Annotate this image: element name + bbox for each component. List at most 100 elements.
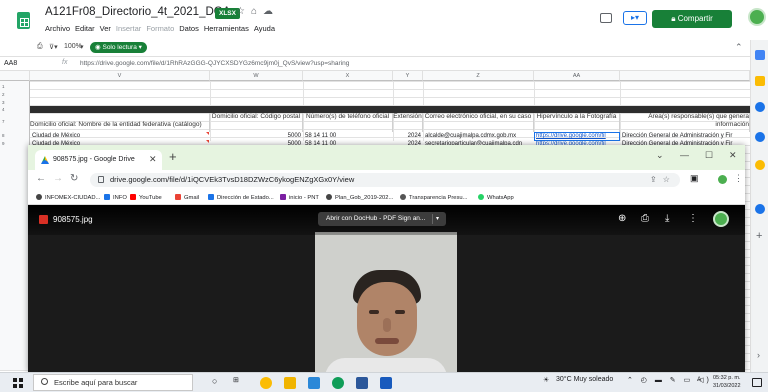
lock-icon[interactable]: [98, 176, 104, 183]
keep-icon[interactable]: [755, 76, 765, 86]
bookmark-item[interactable]: INFOMEX-CIUDAD...: [36, 194, 100, 201]
star-icon[interactable]: ☆: [236, 6, 251, 17]
column-header-ab[interactable]: [620, 71, 750, 81]
tab-search-icon[interactable]: ⌄: [656, 150, 664, 161]
weather-icon[interactable]: ☀: [543, 376, 552, 384]
header-area-responsable[interactable]: Área(s) responsable(s) que genera inform…: [620, 113, 750, 132]
chrome-taskbar-icon[interactable]: [260, 377, 272, 389]
column-header-y[interactable]: Y: [393, 71, 423, 81]
table-cell[interactable]: Dirección General de Administración y Fi…: [622, 132, 750, 140]
collapse-header-icon[interactable]: ⌃: [735, 42, 743, 53]
column-header-aa[interactable]: AA: [534, 71, 620, 81]
zoom-chevron-icon[interactable]: ▾: [80, 43, 84, 51]
header-telefono[interactable]: Número(s) de teléfono oficial: [303, 113, 393, 132]
comments-icon[interactable]: [600, 13, 612, 23]
read-only-badge[interactable]: ◉ Solo lectura ▾: [90, 42, 147, 53]
add-shortcut-icon[interactable]: ⊕: [618, 213, 626, 224]
table-cell[interactable]: 2024: [393, 132, 421, 140]
browser-tab[interactable]: 908575.jpg - Google Drive ✕: [35, 150, 162, 170]
bookmark-item[interactable]: Plan_Gob_2019-202...: [326, 194, 393, 201]
language-icon[interactable]: A: [697, 376, 704, 383]
menu-herramientas[interactable]: Herramientas: [204, 24, 249, 33]
sidepanel-icon[interactable]: ▣: [690, 173, 705, 183]
forward-icon[interactable]: →: [53, 173, 63, 184]
chrome-menu-icon[interactable]: ⋮: [734, 173, 743, 184]
menu-ver[interactable]: Ver: [100, 24, 111, 33]
menu-editar[interactable]: Editar: [75, 24, 95, 33]
menu-ayuda[interactable]: Ayuda: [254, 24, 275, 33]
print-icon[interactable]: ⎙: [641, 213, 649, 224]
outlook-icon[interactable]: [380, 377, 392, 389]
reload-icon[interactable]: ↻: [70, 173, 78, 184]
edge-icon[interactable]: [332, 377, 344, 389]
new-tab-icon[interactable]: +: [169, 150, 177, 164]
row-number[interactable]: 9: [2, 141, 5, 146]
menu-datos[interactable]: Datos: [179, 24, 199, 33]
table-cell[interactable]: Ciudad de México: [32, 132, 208, 140]
account-avatar[interactable]: [748, 8, 766, 26]
present-button[interactable]: ▸▾: [623, 11, 647, 25]
account-avatar[interactable]: [713, 211, 729, 227]
column-header-w[interactable]: W: [210, 71, 303, 81]
header-fotografia[interactable]: Hipervínculo a la Fotografía: [534, 113, 620, 132]
name-box[interactable]: AA8: [4, 60, 17, 67]
row-number[interactable]: 4: [2, 107, 5, 112]
taskbar-search[interactable]: Escribe aquí para buscar: [33, 374, 193, 391]
address-bar[interactable]: drive.google.com/file/d/1iQCVEk3TvsD18DZ…: [90, 173, 680, 187]
word-icon[interactable]: [356, 377, 368, 389]
profile-avatar[interactable]: [718, 175, 727, 184]
row-number[interactable]: 2: [2, 92, 5, 97]
share-page-icon[interactable]: ⇪: [650, 175, 663, 184]
download-icon[interactable]: ⤓: [665, 213, 669, 224]
maps-icon[interactable]: [755, 160, 765, 170]
url-text[interactable]: drive.google.com/file/d/1iQCVEk3TvsD18DZ…: [110, 175, 354, 184]
row-number[interactable]: 7: [2, 119, 5, 124]
chevron-down-icon[interactable]: ▾: [436, 212, 439, 226]
clock[interactable]: 05:32 p. m. 31/03/2022: [713, 374, 741, 390]
weather-text[interactable]: 30°C Muy soleado: [556, 376, 613, 383]
move-folder-icon[interactable]: ⌂: [251, 6, 263, 17]
bookmark-item[interactable]: Transparencia Presu...: [400, 194, 467, 201]
row-number[interactable]: 8: [2, 133, 5, 138]
column-header-x[interactable]: X: [303, 71, 393, 81]
bookmark-item[interactable]: inicio - PNT: [280, 194, 319, 201]
comment-indicator[interactable]: [206, 140, 209, 143]
addon-icon[interactable]: [755, 204, 765, 214]
bookmark-item[interactable]: WhatsApp: [478, 194, 514, 201]
header-correo[interactable]: Correo electrónico oficial, en su caso: [423, 113, 534, 132]
calendar-icon[interactable]: [755, 50, 765, 60]
menu-archivo[interactable]: Archivo: [45, 24, 70, 33]
table-cell[interactable]: alcalde@cuajimalpa.cdmx.gob.mx: [425, 132, 533, 140]
comment-indicator[interactable]: [206, 132, 209, 135]
table-cell[interactable]: 5000: [210, 132, 301, 140]
row-number[interactable]: 1: [2, 84, 5, 89]
expand-panel-icon[interactable]: ›: [757, 350, 760, 360]
bookmark-item[interactable]: INFO: [104, 194, 127, 201]
document-title[interactable]: A121Fr08_Directorio_4t_2021_DGA: [45, 6, 230, 18]
formula-input[interactable]: https://drive.google.com/file/d/1RhRAzGG…: [80, 60, 349, 67]
column-header-z[interactable]: Z: [423, 71, 534, 81]
contacts-icon[interactable]: [755, 132, 765, 142]
file-explorer-icon[interactable]: [284, 377, 296, 389]
menu-formato[interactable]: Formato: [146, 24, 174, 33]
tasks-icon[interactable]: [755, 102, 765, 112]
teams-icon[interactable]: [308, 377, 320, 389]
filter-icon[interactable]: ⊽▾: [49, 43, 58, 51]
bookmark-item[interactable]: Gmail: [175, 194, 199, 201]
notifications-icon[interactable]: [752, 378, 762, 387]
header-codigo-postal[interactable]: Domicilio oficial: Código postal: [210, 113, 303, 132]
column-header-v[interactable]: V: [30, 71, 210, 81]
more-options-icon[interactable]: ⋮: [688, 213, 698, 224]
share-button[interactable]: 🔒︎ Compartir: [652, 10, 732, 28]
windows-start-icon[interactable]: [13, 378, 23, 388]
sheets-logo-icon[interactable]: [17, 12, 30, 29]
menu-insertar[interactable]: Insertar: [116, 24, 141, 33]
add-addon-icon[interactable]: +: [756, 230, 762, 242]
minimize-icon[interactable]: —: [680, 150, 689, 160]
corner-cell[interactable]: [0, 71, 30, 81]
header-entidad[interactable]: Domicilio oficial: Nombre de la entidad …: [30, 113, 210, 132]
bookmark-item[interactable]: YouTube: [130, 194, 162, 201]
close-window-icon[interactable]: ✕: [729, 150, 737, 161]
bookmark-star-icon[interactable]: ☆: [663, 175, 676, 184]
back-icon[interactable]: ←: [36, 173, 46, 184]
